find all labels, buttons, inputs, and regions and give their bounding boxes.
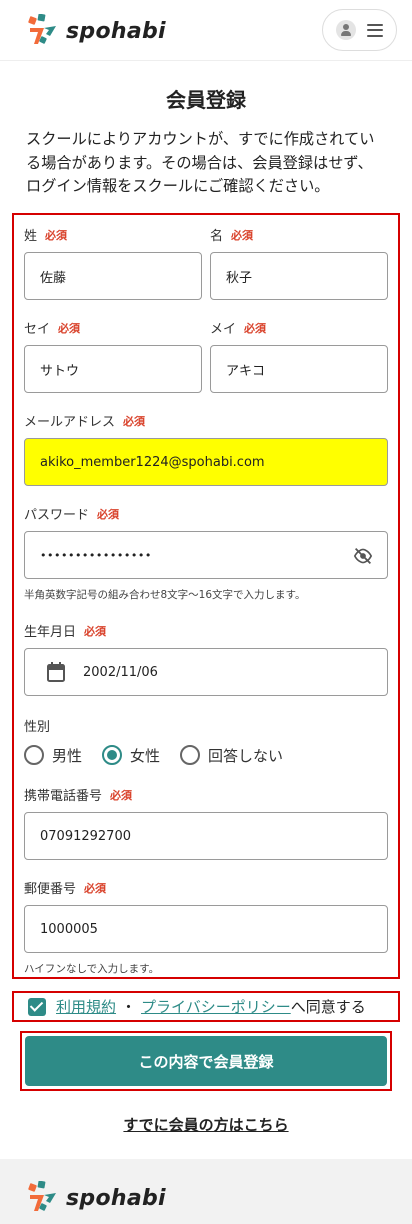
calendar-icon	[47, 662, 65, 682]
last-name-label: 姓 必須	[24, 225, 68, 245]
account-menu-button[interactable]	[322, 9, 397, 51]
eye-off-icon[interactable]	[353, 547, 373, 565]
email-label-text: メールアドレス	[24, 415, 116, 430]
required-badge: 必須	[97, 507, 120, 521]
postal-hint: ハイフンなしで入力します。	[24, 963, 160, 975]
required-badge: 必須	[123, 414, 146, 428]
birthday-label-text: 生年月日	[24, 625, 77, 640]
radio-checked[interactable]	[102, 745, 123, 765]
email-label: メールアドレス 必須	[24, 411, 146, 431]
password-input[interactable]: ••••••••••••••••	[24, 531, 388, 579]
spohabi-logo-icon	[28, 1181, 56, 1211]
password-label: パスワード 必須	[24, 504, 120, 524]
required-badge: 必須	[231, 228, 254, 242]
birthday-label: 生年月日 必須	[24, 621, 107, 641]
required-badge: 必須	[45, 228, 68, 242]
last-name-input[interactable]: 佐藤	[24, 252, 202, 300]
register-submit-button[interactable]: この内容で会員登録	[25, 1036, 387, 1086]
email-input[interactable]: akiko_member1224@spohabi.com	[24, 438, 388, 486]
postal-label: 郵便番号 必須	[24, 878, 107, 898]
first-name-label: 名 必須	[210, 225, 254, 245]
existing-member-login-link[interactable]: すでに会員の方はこちら	[0, 1114, 412, 1135]
agreement-row: 利用規約 ・ プライバシーポリシー へ同意する	[12, 991, 400, 1022]
required-badge: 必須	[84, 881, 107, 895]
required-badge: 必須	[110, 788, 133, 802]
first-name-kana-label: メイ 必須	[210, 318, 267, 338]
spohabi-logo-icon	[28, 14, 56, 44]
spohabi-logo[interactable]: spohabi	[26, 14, 166, 48]
required-badge: 必須	[84, 624, 107, 638]
birthday-value: 2002/11/06	[83, 664, 158, 680]
gender-option-male[interactable]: 男性	[24, 745, 82, 766]
intro-text: スクールによりアカウントが、すでに作成されている場合があります。その場合は、会員…	[26, 130, 375, 195]
required-badge: 必須	[244, 321, 267, 335]
password-hint: 半角英数字記号の組み合わせ8文字〜16文字で入力します。	[24, 589, 306, 601]
phone-label-text: 携帯電話番号	[24, 789, 103, 804]
first-name-kana-input[interactable]: アキコ	[210, 345, 388, 393]
privacy-policy-link[interactable]: プライバシーポリシー	[141, 996, 291, 1017]
agreement-suffix: へ同意する	[290, 998, 366, 1016]
first-name-input[interactable]: 秋子	[210, 252, 388, 300]
separator: ・	[121, 998, 137, 1016]
gender-option-label: 回答しない	[208, 746, 284, 765]
gender-radio-group: 男性 女性 回答しない	[24, 743, 303, 767]
radio-unchecked[interactable]	[180, 745, 201, 765]
footer-logo-text: spohabi	[66, 1185, 166, 1211]
footer: spohabi	[0, 1159, 412, 1224]
gender-option-label: 女性	[130, 746, 161, 765]
footer-logo[interactable]: spohabi	[26, 1181, 166, 1215]
logo-text: spohabi	[66, 18, 166, 44]
submit-button-wrapper: この内容で会員登録	[20, 1031, 392, 1091]
gender-option-no-answer[interactable]: 回答しない	[180, 745, 283, 766]
password-value: ••••••••••••••••	[40, 548, 152, 562]
header: spohabi	[0, 0, 412, 61]
last-name-kana-label: セイ 必須	[24, 318, 81, 338]
first-name-kana-label-text: メイ	[210, 322, 237, 337]
last-name-kana-input[interactable]: サトウ	[24, 345, 202, 393]
required-badge: 必須	[58, 321, 81, 335]
radio-unchecked[interactable]	[24, 745, 44, 765]
postal-label-text: 郵便番号	[24, 882, 77, 897]
gender-option-label: 男性	[52, 746, 83, 765]
last-name-label-text: 姓	[24, 229, 38, 244]
user-icon	[336, 20, 356, 40]
phone-label: 携帯電話番号 必須	[24, 785, 133, 805]
phone-input[interactable]: 07091292700	[24, 812, 388, 860]
hamburger-menu-icon	[367, 23, 383, 37]
gender-option-female[interactable]: 女性	[102, 745, 160, 766]
password-label-text: パスワード	[24, 508, 90, 523]
birthday-input[interactable]: 2002/11/06	[24, 648, 388, 696]
page-title: 会員登録	[166, 88, 246, 112]
agreement-checkbox[interactable]	[28, 997, 46, 1016]
gender-label-text: 性別	[24, 720, 51, 735]
postal-input[interactable]: 1000005	[24, 905, 388, 953]
last-name-kana-label-text: セイ	[24, 322, 51, 337]
terms-link[interactable]: 利用規約	[56, 996, 116, 1017]
first-name-label-text: 名	[210, 229, 224, 244]
gender-label: 性別	[24, 716, 50, 735]
